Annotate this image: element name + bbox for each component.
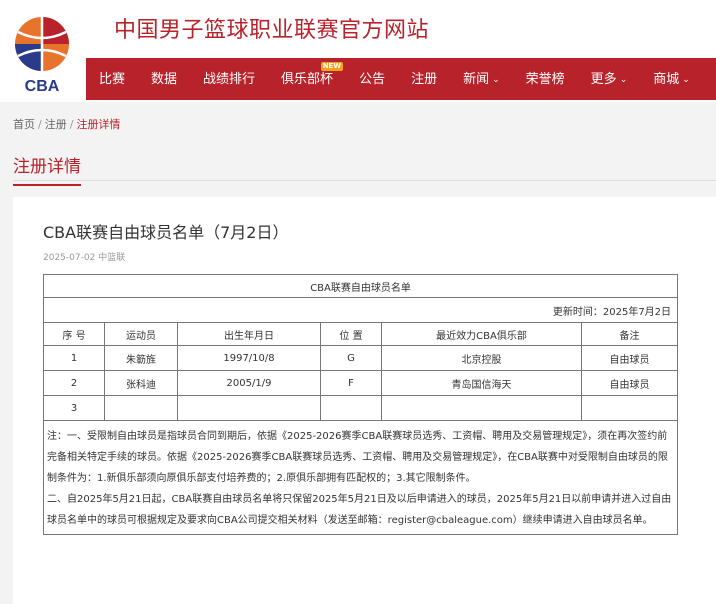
free-agent-table: CBA联赛自由球员名单 更新时间：2025年7月2日 序 号运动员 出生年月日位 … — [42, 274, 679, 535]
nav-item-label: 更多 — [590, 72, 617, 87]
nav-item-honors[interactable]: 荣誉榜 — [513, 58, 578, 100]
nav-item-label: 注册 — [411, 72, 438, 87]
table-header-cell: 序 号 — [43, 322, 105, 346]
nav-item-label: 商城 — [653, 72, 680, 87]
nav-item-standings[interactable]: 战绩排行 — [190, 58, 268, 100]
breadcrumb-current: 注册详情 — [76, 118, 121, 131]
table-caption: CBA联赛自由球员名单 — [42, 274, 679, 298]
cba-logo[interactable]: CBA — [10, 14, 74, 96]
nav-item-label: 数据 — [151, 72, 178, 87]
table-header-row: 序 号运动员 出生年月日位 置最近效力CBA俱乐部 备注 — [43, 322, 679, 346]
table-cell: 朱簕旌 — [104, 345, 178, 371]
site-header: CBA 中国男子篮球职业联赛官方网站 比赛 数据 战绩排行 俱乐部杯 NEW 公告 注册 新闻… — [0, 0, 716, 102]
table-updated: 更新时间：2025年7月2日 — [42, 297, 679, 323]
table-row: 2 张科迪 2005/1/9 F 青岛国信海天 自由球员 — [43, 370, 679, 396]
table-cell: 2 — [43, 370, 105, 396]
nav-item-label: 比赛 — [99, 72, 126, 87]
chevron-down-icon: ⌄ — [492, 75, 500, 85]
table-cell — [104, 395, 178, 421]
table-cell: 1 — [43, 345, 105, 371]
nav-item-label: 战绩排行 — [203, 72, 256, 87]
table-row: 1 朱簕旌 1997/10/8 G 北京控股 自由球员 — [43, 345, 679, 371]
table-cell: 2005/1/9 — [177, 370, 321, 396]
table-cell: 1997/10/8 — [177, 345, 321, 371]
table-cell — [177, 395, 321, 421]
breadcrumb-separator: / — [38, 118, 42, 131]
breadcrumb-separator: / — [69, 118, 74, 131]
table-notes-row: 注：一、受限制自由球员是指球员合同到期后，依据《2025-2026赛季CBA联赛… — [42, 420, 679, 535]
chevron-down-icon: ⌄ — [682, 75, 690, 85]
table-cell: 3 — [43, 395, 105, 421]
nav-item-shop[interactable]: 商城 ⌄ — [640, 58, 703, 100]
nav-item-label: 新闻 — [463, 72, 490, 87]
article-source: 中篮联 — [98, 253, 126, 263]
nav-item-matches[interactable]: 比赛 — [86, 58, 138, 100]
note-paragraph: 二、自2025年5月21日起，CBA联赛自由球员名单将只保留2025年5月21日… — [47, 494, 672, 526]
nav-item-label: 公告 — [359, 72, 386, 87]
breadcrumb: 首页 / 注册 / 注册详情 — [13, 116, 120, 132]
table-cell: F — [320, 370, 382, 396]
table-notes: 注：一、受限制自由球员是指球员合同到期后，依据《2025-2026赛季CBA联赛… — [42, 420, 679, 535]
breadcrumb-home[interactable]: 首页 — [13, 118, 35, 131]
table-header-cell: 位 置 — [320, 322, 382, 346]
table-cell: G — [320, 345, 382, 371]
main-nav: 比赛 数据 战绩排行 俱乐部杯 NEW 公告 注册 新闻 ⌄ 荣誉榜 更多 ⌄ 商城 ⌄ — [86, 58, 716, 100]
chevron-down-icon: ⌄ — [619, 75, 628, 85]
nav-item-announcements[interactable]: 公告 — [346, 58, 398, 100]
nav-item-news[interactable]: 新闻 ⌄ — [450, 58, 513, 100]
table-header-cell: 出生年月日 — [177, 322, 321, 346]
nav-item-label: 俱乐部杯 — [281, 72, 334, 87]
table-cell — [381, 395, 582, 421]
nav-item-more[interactable]: 更多 ⌄ — [578, 58, 641, 100]
section-divider — [13, 180, 716, 181]
nav-item-club-cup[interactable]: 俱乐部杯 NEW — [268, 58, 346, 100]
note-paragraph: 注：一、受限制自由球员是指球员合同到期后，依据《2025-2026赛季CBA联赛… — [47, 431, 668, 484]
table-cell: 北京控股 — [381, 345, 582, 371]
svg-text:CBA: CBA — [25, 78, 60, 95]
table-cell — [580, 395, 679, 421]
site-title: 中国男子篮球职业联赛官方网站 — [114, 18, 430, 43]
nav-item-register[interactable]: 注册 — [398, 58, 450, 100]
article-card: CBA联赛自由球员名单（7月2日） 2025-07-02 中篮联 CBA联赛自由… — [13, 197, 716, 604]
table-cell: 青岛国信海天 — [381, 370, 582, 396]
table-cell: 自由球员 — [580, 370, 679, 396]
article-meta: 2025-07-02 中篮联 — [43, 250, 125, 263]
breadcrumb-register[interactable]: 注册 — [45, 118, 67, 131]
new-badge: NEW — [320, 62, 344, 71]
table-header-cell: 备注 — [580, 322, 679, 346]
table-cell — [320, 395, 382, 421]
table-cell: 张科迪 — [104, 370, 178, 396]
table-header-cell: 最近效力CBA俱乐部 — [381, 322, 582, 346]
table-cell: 自由球员 — [580, 345, 679, 371]
table-row: 3 — [43, 395, 679, 421]
nav-item-label: 荣誉榜 — [525, 72, 565, 87]
article-date: 2025-07-02 — [43, 253, 96, 263]
article-title: CBA联赛自由球员名单（7月2日） — [43, 223, 289, 242]
table-header-cell: 运动员 — [104, 322, 178, 346]
nav-item-stats[interactable]: 数据 — [138, 58, 190, 100]
